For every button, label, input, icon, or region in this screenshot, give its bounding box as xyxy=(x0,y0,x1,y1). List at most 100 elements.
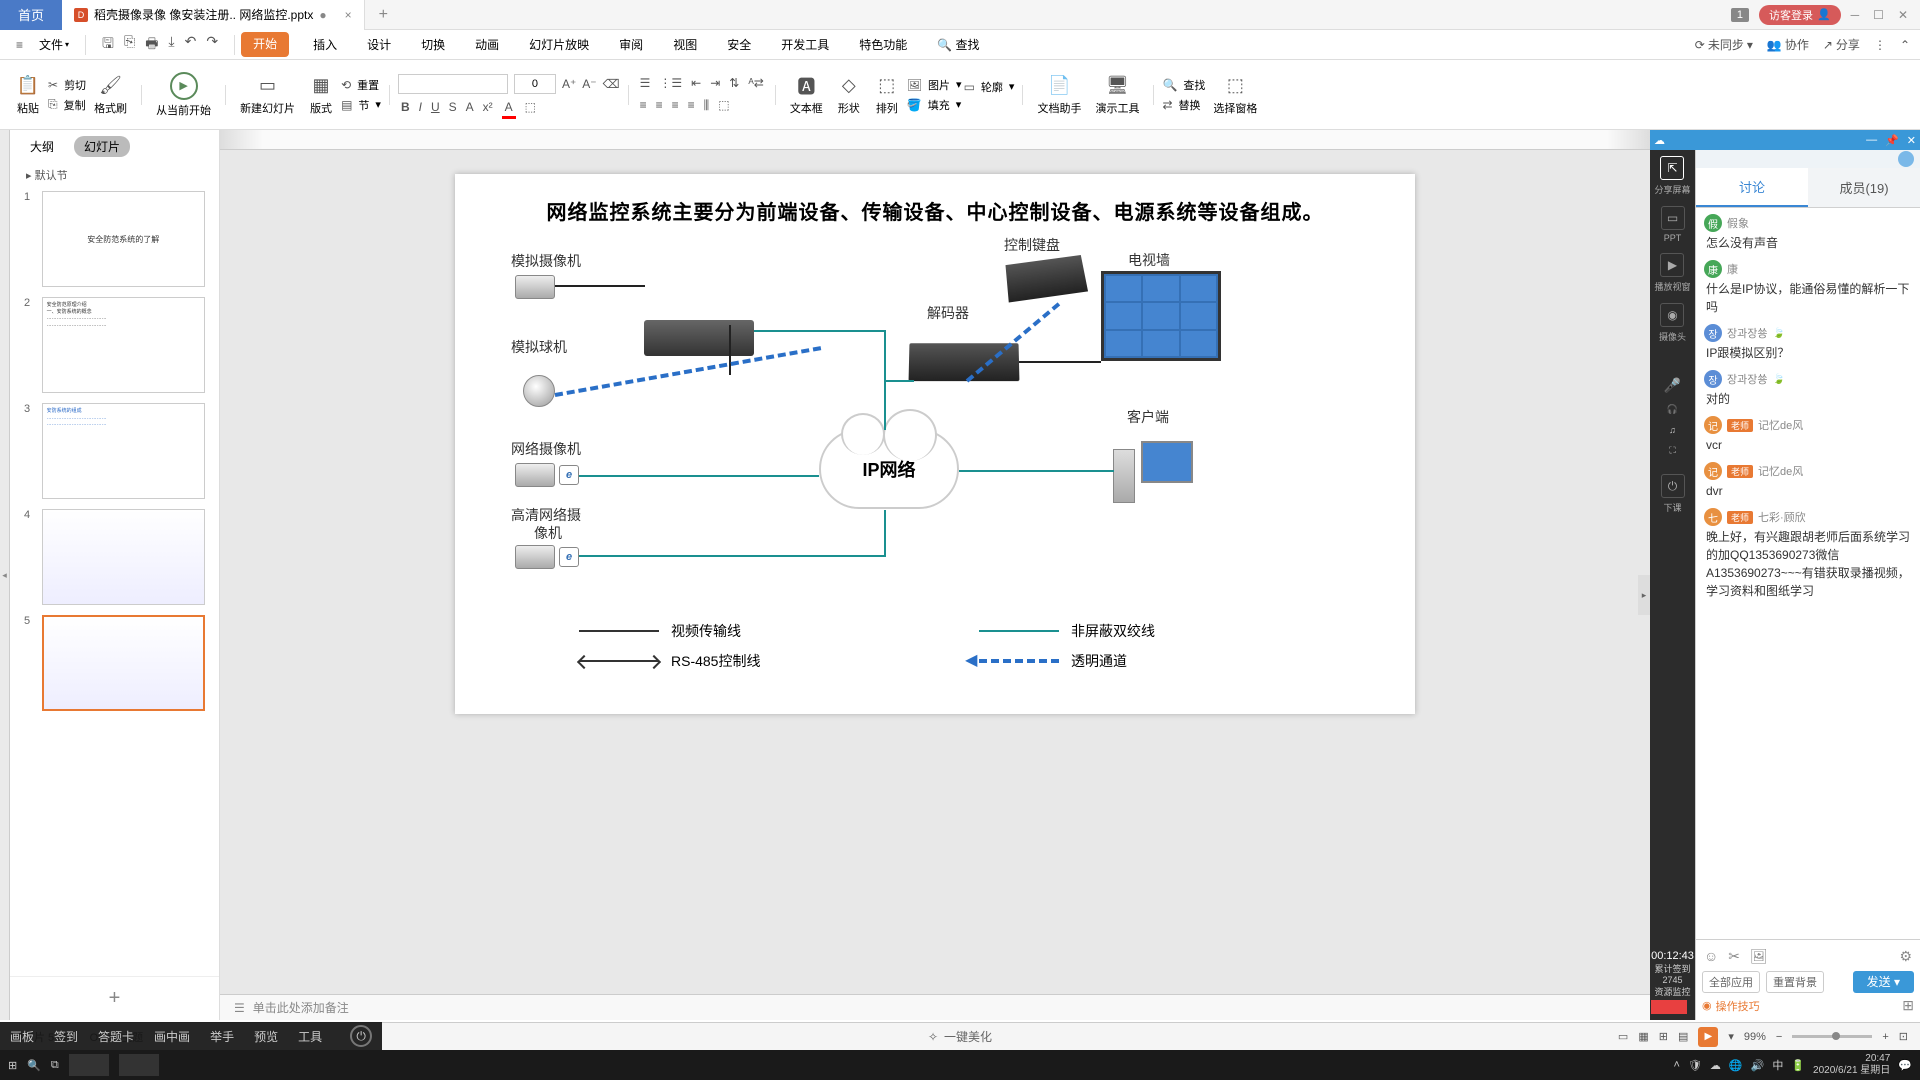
app-menu-icon[interactable]: ≡ xyxy=(10,38,29,52)
answer-button[interactable]: 答题卡 xyxy=(98,1028,134,1045)
notifications-icon[interactable]: 💬 xyxy=(1898,1059,1912,1072)
indent-left-icon[interactable]: ⇤ xyxy=(688,74,704,92)
tab-animation[interactable]: 动画 xyxy=(469,32,505,57)
camera-button[interactable]: ◉摄像头 xyxy=(1659,303,1686,343)
strike-button[interactable]: S xyxy=(446,98,460,116)
view-sorter-icon[interactable]: ▦ xyxy=(1638,1030,1648,1043)
start-icon[interactable]: ⊞ xyxy=(8,1059,17,1072)
textbox-button[interactable]: 🅰 文本框 xyxy=(784,70,829,120)
align-justify-icon[interactable]: ≡ xyxy=(685,96,698,115)
beautify-button[interactable]: ✧一键美化 xyxy=(928,1028,992,1045)
close-window-icon[interactable]: ✕ xyxy=(1898,8,1908,22)
fit-window-icon[interactable]: ⊡ xyxy=(1899,1030,1908,1043)
arrange-button[interactable]: ⬚ 排列 xyxy=(869,70,905,120)
font-color-button[interactable]: A xyxy=(499,98,519,116)
outline-button[interactable]: ▭ 轮廓 ▾ xyxy=(964,79,1015,95)
tab-home[interactable]: 首页 xyxy=(0,0,62,30)
view-reading-icon[interactable]: ⊞ xyxy=(1659,1030,1668,1043)
music-icon[interactable]: ♫ xyxy=(1669,425,1676,435)
tab-review[interactable]: 审阅 xyxy=(613,32,649,57)
all-apps-button[interactable]: 全部应用 xyxy=(1702,971,1760,993)
apps-grid-icon[interactable]: ⊞ xyxy=(1902,997,1914,1014)
share-button[interactable]: ↗ 分享 xyxy=(1823,36,1860,53)
bold-button[interactable]: B xyxy=(398,98,413,116)
tab-devtools[interactable]: 开发工具 xyxy=(775,32,835,57)
send-button[interactable]: 发送 ▾ xyxy=(1853,971,1914,993)
close-panel-icon[interactable]: ✕ xyxy=(1907,134,1916,147)
tools-button[interactable]: 工具 xyxy=(298,1028,322,1045)
board-button[interactable]: 画板 xyxy=(10,1028,34,1045)
highlight-button[interactable]: A xyxy=(463,98,477,116)
numbering-icon[interactable]: ⋮☰ xyxy=(656,74,685,92)
tray-battery-icon[interactable]: 🔋 xyxy=(1791,1059,1805,1072)
smartart-icon[interactable]: ⬚ xyxy=(715,96,732,115)
picture-icon[interactable]: 🖼 xyxy=(1750,948,1768,965)
align-right-icon[interactable]: ≡ xyxy=(669,96,682,115)
slides-tab[interactable]: 幻灯片 xyxy=(74,136,130,157)
slide-thumb-1[interactable]: 安全防范系统的了解 xyxy=(42,191,205,287)
login-button[interactable]: 访客登录 👤 xyxy=(1759,5,1841,25)
ppt-mode-button[interactable]: ▭PPT xyxy=(1661,206,1685,243)
raise-hand-button[interactable]: 举手 xyxy=(210,1028,234,1045)
task-view-icon[interactable]: ⧉ xyxy=(51,1059,59,1072)
text-direction-icon[interactable]: ᴬ⇄ xyxy=(745,74,767,92)
pin-icon[interactable]: 📌 xyxy=(1885,134,1899,147)
doc-helper-button[interactable]: 📄 文档助手 xyxy=(1031,70,1087,120)
italic-button[interactable]: I xyxy=(416,98,425,116)
reset-button[interactable]: ⟲ 重置 xyxy=(341,77,381,93)
slideshow-button[interactable]: ▶ xyxy=(1698,1027,1718,1047)
tips-link[interactable]: 操作技巧 xyxy=(1716,998,1760,1014)
tab-insert[interactable]: 插入 xyxy=(307,32,343,57)
increase-font-icon[interactable]: A⁺ xyxy=(562,77,576,91)
preview-button[interactable]: 预览 xyxy=(254,1028,278,1045)
slide-thumb-2[interactable]: 安全防范原理介绍一、安防系统的概念……………………………………………………………… xyxy=(42,297,205,393)
save-icon[interactable]: 🖫 xyxy=(102,33,114,57)
format-painter-button[interactable]: 🖌 格式刷 xyxy=(88,70,133,120)
section-button[interactable]: ▤ 节 ▾ xyxy=(341,97,381,113)
tab-start[interactable]: 开始 xyxy=(241,32,289,57)
print-preview-icon[interactable]: ⎘ xyxy=(124,33,135,57)
reset-bg-button[interactable]: 重置背景 xyxy=(1766,971,1824,993)
present-tools-button[interactable]: 🖥 演示工具 xyxy=(1089,70,1145,120)
play-from-current-button[interactable]: ▶ 从当前开始 xyxy=(150,68,217,122)
taskbar-app-2[interactable] xyxy=(119,1054,159,1076)
maximize-icon[interactable]: ☐ xyxy=(1873,8,1884,22)
shape-button[interactable]: ◇ 形状 xyxy=(831,70,867,120)
file-menu[interactable]: 文件 ▾ xyxy=(29,36,79,53)
superscript-button[interactable]: x² xyxy=(480,98,496,116)
share-screen-button[interactable]: ⇱分享屏幕 xyxy=(1654,156,1690,196)
end-class-button[interactable]: ⏻下课 xyxy=(1661,474,1685,514)
collapse-panel-icon[interactable]: ◂ xyxy=(0,130,10,1020)
underline-button[interactable]: U xyxy=(428,98,443,116)
notification-badge[interactable]: 1 xyxy=(1731,8,1749,22)
tray-ime-icon[interactable]: 中 xyxy=(1772,1057,1783,1073)
play-view-button[interactable]: ▶播放视窗 xyxy=(1654,253,1690,293)
chat-settings-icon[interactable]: ⚙ xyxy=(1899,948,1912,965)
headphone-icon[interactable]: 🎧 xyxy=(1667,404,1678,415)
outline-tab[interactable]: 大纲 xyxy=(20,136,64,157)
copy-button[interactable]: ⎘ 复制 xyxy=(48,97,86,113)
find-button[interactable]: 🔍 查找 xyxy=(1162,77,1205,93)
indent-right-icon[interactable]: ⇥ xyxy=(707,74,723,92)
emoji-icon[interactable]: ☺ xyxy=(1704,948,1718,965)
slide-thumb-4[interactable] xyxy=(42,509,205,605)
print-icon[interactable]: 🖶 xyxy=(145,33,158,57)
fill-button[interactable]: 🪣 填充 ▾ xyxy=(907,97,962,113)
search-taskbar-icon[interactable]: 🔍 xyxy=(27,1059,41,1072)
members-tab[interactable]: 成员(19) xyxy=(1808,168,1920,207)
scissors-icon[interactable]: ✂ xyxy=(1728,948,1740,965)
bullets-icon[interactable]: ☰ xyxy=(637,74,654,92)
collab-button[interactable]: 👥 协作 xyxy=(1767,36,1809,53)
image-button[interactable]: 🖼 图片 ▾ xyxy=(907,77,962,93)
font-family-select[interactable] xyxy=(398,74,508,94)
minimize-icon[interactable]: ─ xyxy=(1851,8,1860,22)
notes-bar[interactable]: ☰ 单击此处添加备注 xyxy=(220,994,1650,1020)
cloud-icon[interactable]: ☁ xyxy=(1654,134,1665,147)
microphone-icon[interactable]: 🎤 xyxy=(1664,377,1681,394)
slide-thumb-5[interactable] xyxy=(42,615,205,711)
chat-avatar-top[interactable] xyxy=(1898,151,1914,167)
zoom-level[interactable]: 99% xyxy=(1744,1031,1766,1043)
line-spacing-icon[interactable]: ⇅ xyxy=(726,74,742,92)
font-size-select[interactable] xyxy=(514,74,556,94)
add-tab-icon[interactable]: + xyxy=(379,6,388,24)
